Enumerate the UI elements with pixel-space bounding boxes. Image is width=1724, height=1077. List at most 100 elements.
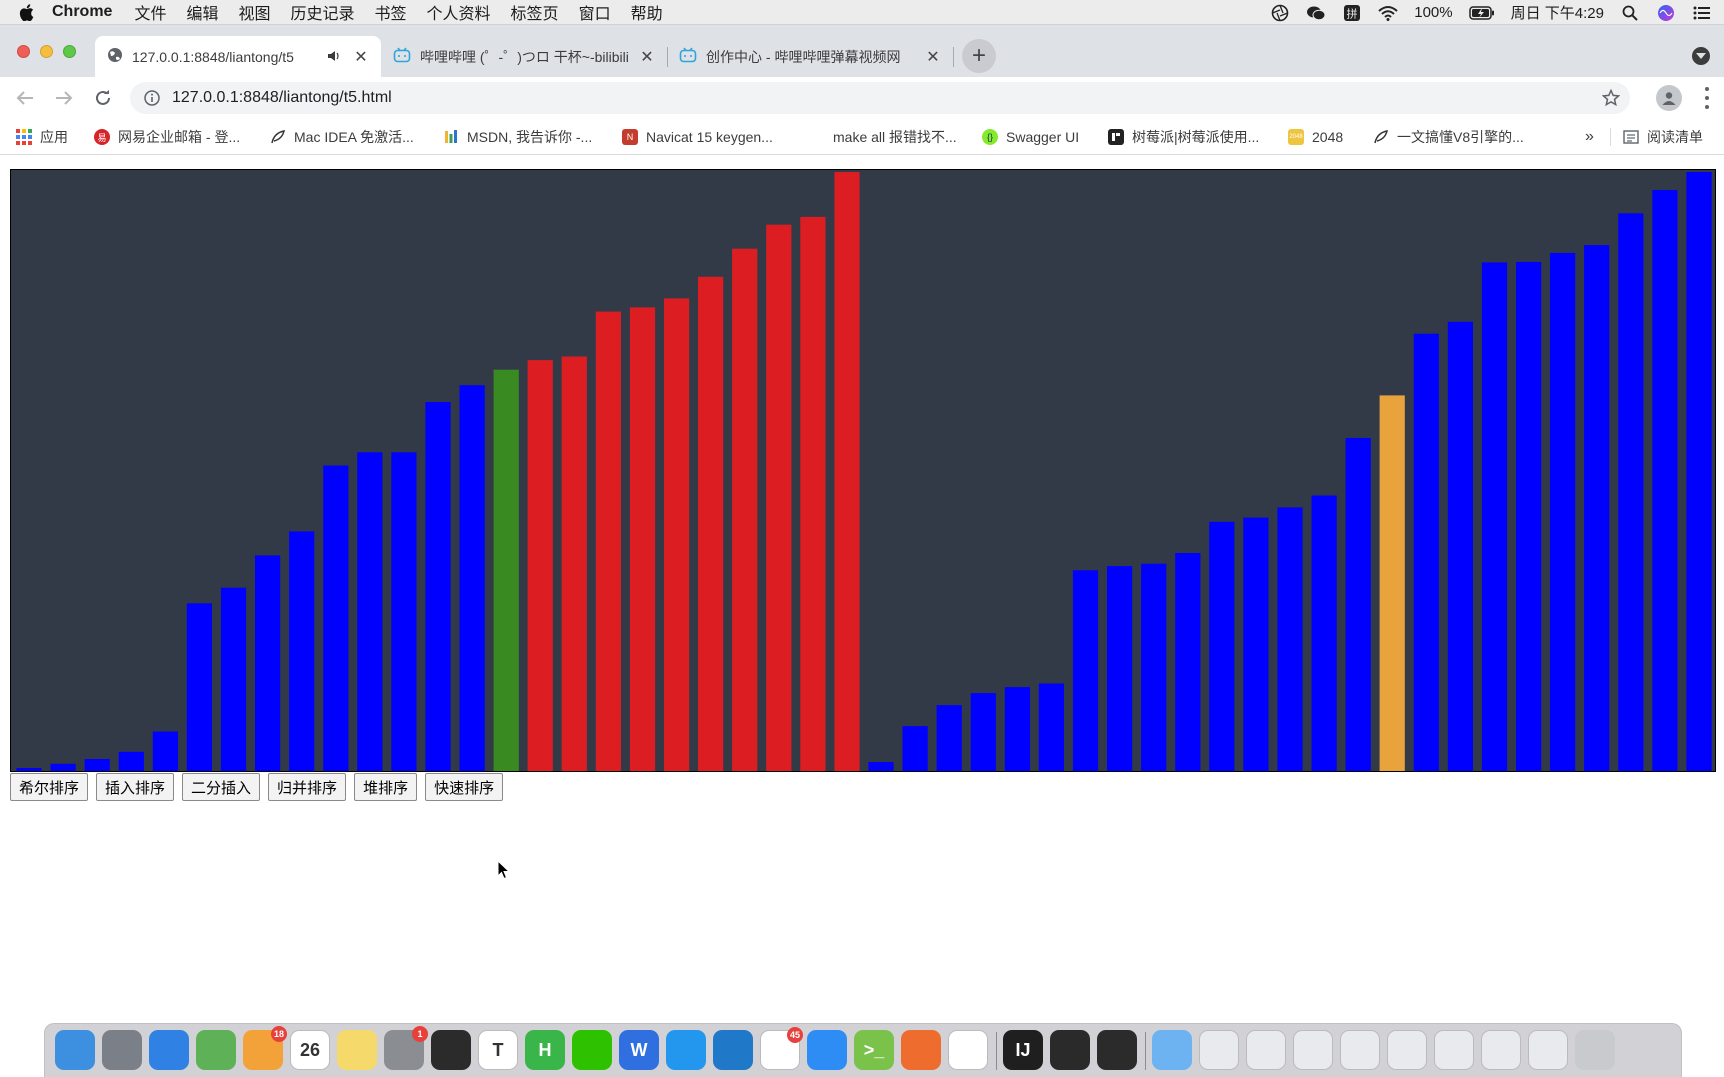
tab-localhost-t5[interactable]: 127.0.0.1:8848/liantong/t5 ✕ bbox=[95, 36, 381, 77]
screenshot-thumb-icon[interactable] bbox=[1481, 1030, 1521, 1070]
safari-icon[interactable] bbox=[149, 1030, 189, 1070]
window-zoom-button[interactable] bbox=[63, 45, 76, 58]
menu-view[interactable]: 视图 bbox=[238, 0, 270, 24]
menu-history[interactable]: 历史记录 bbox=[291, 0, 355, 24]
maps-icon[interactable] bbox=[196, 1030, 236, 1070]
sort-bar-2 bbox=[84, 759, 110, 771]
menu-help[interactable]: 帮助 bbox=[631, 0, 663, 24]
mouse-cursor-icon bbox=[497, 860, 511, 880]
aperture-status-icon[interactable] bbox=[1270, 4, 1290, 22]
bookmark-raspberry-pi[interactable]: 树莓派|树莓派使用... bbox=[1108, 127, 1259, 147]
menu-clock[interactable]: 周日 下午4:29 bbox=[1511, 2, 1604, 23]
menu-profiles[interactable]: 个人资料 bbox=[427, 0, 491, 24]
sort-bar-21 bbox=[732, 248, 758, 771]
calendar-icon[interactable]: 26 bbox=[290, 1030, 330, 1070]
tab-bilibili[interactable]: 哔哩哔哩 (゜-゜)つロ 干杯~-bilibili ✕ bbox=[381, 36, 667, 77]
merge-sort-button[interactable]: 归并排序 bbox=[268, 773, 347, 801]
bookmark-swagger[interactable]: {} Swagger UI bbox=[982, 127, 1079, 147]
menu-bookmarks[interactable]: 书签 bbox=[375, 0, 407, 24]
menu-edit[interactable]: 编辑 bbox=[186, 0, 218, 24]
tab-creator-center[interactable]: 创作中心 - 哔哩哔哩弹幕视频网 ✕ bbox=[667, 36, 953, 77]
finder-icon[interactable] bbox=[55, 1030, 95, 1070]
postman-icon[interactable] bbox=[901, 1030, 941, 1070]
address-url[interactable]: 127.0.0.1:8848/liantong/t5.html bbox=[172, 89, 392, 107]
sort-bar-19 bbox=[664, 298, 690, 771]
address-bar[interactable]: 127.0.0.1:8848/liantong/t5.html bbox=[130, 82, 1630, 114]
apple-menu-icon[interactable] bbox=[0, 3, 52, 21]
tab-close-icon[interactable]: ✕ bbox=[925, 47, 941, 67]
quicktime-icon[interactable] bbox=[1050, 1030, 1090, 1070]
wechat-status-icon[interactable] bbox=[1306, 4, 1326, 22]
window-minimize-button[interactable] bbox=[40, 45, 53, 58]
new-tab-button[interactable]: + bbox=[962, 39, 996, 73]
app-store-icon[interactable] bbox=[807, 1030, 847, 1070]
obs-icon[interactable] bbox=[1097, 1030, 1137, 1070]
insertion-sort-button[interactable]: 插入排序 bbox=[96, 773, 175, 801]
folder-icon[interactable] bbox=[1152, 1030, 1192, 1070]
menu-file[interactable]: 文件 bbox=[134, 0, 166, 24]
heap-sort-button[interactable]: 堆排序 bbox=[354, 773, 418, 801]
ssh-terminal-icon[interactable]: >_ bbox=[854, 1030, 894, 1070]
bookmark-v8-engine[interactable]: 一文搞懂V8引擎的... bbox=[1373, 127, 1524, 147]
battery-charging-icon[interactable] bbox=[1468, 4, 1495, 22]
screenshot-thumb-icon[interactable] bbox=[1293, 1030, 1333, 1070]
spotlight-search-icon[interactable] bbox=[1620, 4, 1640, 22]
bookmarks-overflow-button[interactable]: » bbox=[1585, 127, 1594, 147]
bookmark-2048[interactable]: 2048 2048 bbox=[1288, 127, 1343, 147]
binary-insertion-button[interactable]: 二分插入 bbox=[182, 773, 261, 801]
photos-icon[interactable]: 18 bbox=[243, 1026, 287, 1070]
trash-icon[interactable] bbox=[1575, 1030, 1615, 1070]
tab-close-icon[interactable]: ✕ bbox=[353, 47, 369, 67]
wechat-icon[interactable] bbox=[572, 1030, 612, 1070]
bookmark-star-icon[interactable] bbox=[1601, 88, 1621, 112]
reading-list-button[interactable]: 阅读清单 bbox=[1623, 127, 1703, 147]
wps-icon[interactable]: W bbox=[619, 1030, 659, 1070]
tab-close-icon[interactable]: ✕ bbox=[639, 47, 655, 67]
tab-search-button[interactable] bbox=[1692, 47, 1710, 65]
screenshot-thumb-icon[interactable] bbox=[1387, 1030, 1427, 1070]
sort-bar-35 bbox=[1209, 521, 1235, 771]
speaker-icon[interactable] bbox=[327, 49, 341, 65]
terminal-icon[interactable] bbox=[431, 1030, 471, 1070]
forward-button[interactable] bbox=[51, 85, 77, 111]
qq-icon[interactable]: 45 bbox=[760, 1027, 803, 1070]
dock-badge: 18 bbox=[271, 1026, 287, 1042]
docker-icon[interactable] bbox=[666, 1030, 706, 1070]
notes-icon[interactable] bbox=[337, 1030, 377, 1070]
hbuilder-icon[interactable]: H bbox=[525, 1030, 565, 1070]
bookmark-netease-mail[interactable]: 易 网易企业邮箱 - 登... bbox=[94, 127, 240, 147]
vscode-icon[interactable] bbox=[713, 1030, 753, 1070]
menu-tabs[interactable]: 标签页 bbox=[511, 0, 559, 24]
screenshot-thumb-icon[interactable] bbox=[1528, 1030, 1568, 1070]
input-method-icon[interactable]: 拼 bbox=[1342, 4, 1362, 22]
menu-window[interactable]: 窗口 bbox=[579, 0, 611, 24]
shell-sort-button[interactable]: 希尔排序 bbox=[10, 773, 89, 801]
screenshot-thumb-icon[interactable] bbox=[1199, 1030, 1239, 1070]
back-button[interactable] bbox=[12, 85, 38, 111]
plus-icon: + bbox=[971, 42, 986, 69]
reload-button[interactable] bbox=[90, 85, 116, 111]
bookmark-mac-idea[interactable]: Mac IDEA 免激活... bbox=[270, 127, 414, 147]
site-info-icon[interactable] bbox=[144, 90, 160, 106]
screenshot-thumb-icon[interactable] bbox=[1246, 1030, 1286, 1070]
notification-center-icon[interactable] bbox=[1692, 4, 1712, 22]
chrome-icon[interactable] bbox=[948, 1030, 988, 1070]
launchpad-icon[interactable] bbox=[102, 1030, 142, 1070]
screenshot-thumb-icon[interactable] bbox=[1340, 1030, 1380, 1070]
siri-icon[interactable] bbox=[1656, 4, 1676, 22]
bookmark-make-all[interactable]: make all 报错找不... bbox=[833, 127, 957, 147]
bookmark-navicat[interactable]: N Navicat 15 keygen... bbox=[622, 127, 773, 147]
typora-icon[interactable]: T bbox=[478, 1030, 518, 1070]
feather-icon bbox=[270, 129, 286, 145]
profile-avatar-icon[interactable] bbox=[1656, 85, 1682, 111]
bookmark-apps[interactable]: 应用 bbox=[16, 127, 68, 147]
bookmark-msdn[interactable]: MSDN, 我告诉你 -... bbox=[443, 127, 592, 147]
browser-menu-icon[interactable] bbox=[1704, 87, 1710, 109]
screenshot-thumb-icon[interactable] bbox=[1434, 1030, 1474, 1070]
quick-sort-button[interactable]: 快速排序 bbox=[425, 773, 504, 801]
wifi-icon[interactable] bbox=[1378, 4, 1398, 22]
menu-app-name[interactable]: Chrome bbox=[52, 3, 112, 21]
window-close-button[interactable] bbox=[17, 45, 30, 58]
intellij-icon[interactable]: IJ bbox=[1003, 1030, 1043, 1070]
system-preferences-icon[interactable]: 1 bbox=[384, 1026, 428, 1070]
